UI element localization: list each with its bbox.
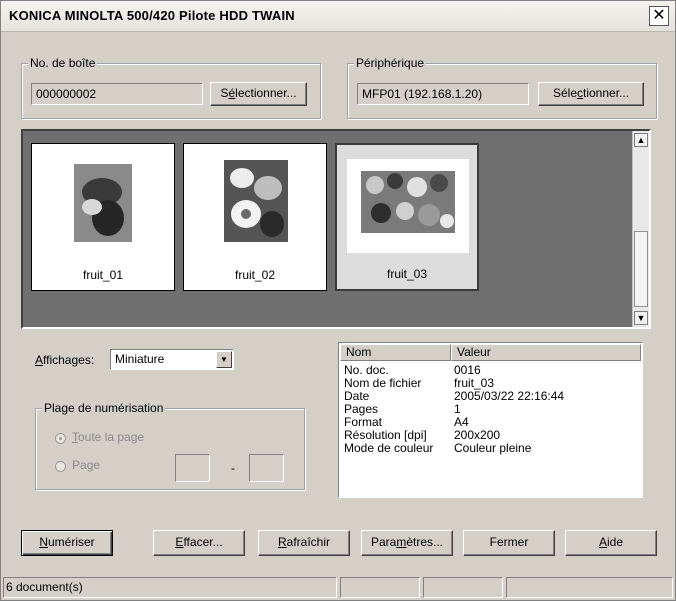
property-row[interactable]: Pages 1 — [339, 403, 639, 416]
scan-range-legend: Plage de numérisation — [42, 401, 166, 415]
whole-page-label: Toute la page — [72, 430, 144, 444]
status-document-count: 6 document(s) — [3, 577, 337, 598]
fruit-01-image — [62, 152, 146, 250]
box-select-button[interactable]: Sélectionner... — [210, 82, 307, 106]
settings-label-a: Para — [370, 535, 397, 549]
thumbnail-fruit-02[interactable]: fruit_02 — [183, 143, 327, 291]
status-bar: 6 document(s) — [1, 575, 675, 600]
column-header-value[interactable]: Valeur — [451, 344, 641, 361]
scroll-up-icon[interactable]: ▲ — [634, 133, 648, 147]
erase-button[interactable]: Effacer... — [153, 530, 245, 556]
settings-button[interactable]: Paramètres... — [361, 530, 453, 556]
scan-label: umériser — [47, 535, 95, 549]
thumbnail-fruit-03[interactable]: fruit_03 — [335, 143, 479, 291]
property-value: Couleur pleine — [454, 441, 532, 455]
view-select-value: Miniature — [115, 352, 165, 366]
view-label: Affichages: — [35, 353, 94, 367]
box-number-legend: No. de boîte — [28, 56, 98, 70]
erase-label: ffacer... — [183, 535, 223, 549]
scan-range-group: Plage de numérisation Toute la page Page… — [35, 401, 305, 490]
scroll-down-icon[interactable]: ▼ — [634, 311, 648, 325]
page-to-field — [249, 454, 284, 482]
device-group: Périphérique MFP01 (192.168.1.20) Sélect… — [347, 56, 657, 119]
scroll-thumb[interactable] — [634, 231, 648, 307]
thumbnail-caption: fruit_03 — [386, 267, 428, 281]
status-panel-4 — [506, 577, 673, 598]
page-preview — [62, 152, 146, 250]
page-range-dash: - — [231, 461, 235, 475]
page-preview — [347, 159, 469, 253]
property-value: 2005/03/22 22:16:44 — [454, 389, 565, 403]
whole-page-radio[interactable] — [55, 433, 66, 444]
thumbnail-scrollbar[interactable]: ▲ ▼ — [632, 131, 649, 327]
page-label: Page — [72, 458, 100, 472]
refresh-accesskey: R — [277, 535, 287, 549]
help-button[interactable]: Aide — [565, 530, 657, 556]
close-button[interactable]: Fermer — [463, 530, 555, 556]
status-panel-3 — [423, 577, 503, 598]
whole-page-text: oute la page — [78, 430, 145, 444]
settings-label-b: ètres... — [406, 535, 444, 549]
thumbnail-fruit-01[interactable]: fruit_01 — [31, 143, 175, 291]
help-accesskey: A — [598, 535, 607, 549]
box-number-field: 000000002 — [31, 83, 203, 105]
thumbnail-view[interactable]: fruit_01 fruit_02 fruit_03 ▲ ▼ — [21, 129, 651, 329]
document-properties-list[interactable]: Nom Valeur No. doc. 0016 Nom de fichier fru… — [338, 342, 643, 498]
fruit-03-image — [347, 159, 469, 253]
twain-dialog: KONICA MINOLTA 500/420 Pilote HDD TWAIN … — [0, 0, 676, 601]
page-preview — [214, 152, 298, 250]
refresh-button[interactable]: Rafraîchir — [258, 530, 350, 556]
status-panel-2 — [340, 577, 420, 598]
help-label: ide — [607, 535, 624, 549]
view-label-text: ffichages: — [43, 353, 95, 367]
property-row[interactable]: Mode de couleur Couleur pleine — [339, 442, 639, 455]
property-name: Mode de couleur — [344, 441, 434, 455]
fruit-02-image — [214, 152, 298, 250]
view-select[interactable]: Miniature ▼ — [110, 349, 234, 370]
title-bar[interactable]: KONICA MINOLTA 500/420 Pilote HDD TWAIN … — [1, 1, 675, 32]
scan-accesskey: N — [39, 535, 48, 549]
page-from-field — [175, 454, 210, 482]
settings-accesskey: m — [396, 535, 407, 549]
thumbnail-caption: fruit_02 — [234, 268, 276, 282]
device-select-label-b: tionner... — [583, 86, 630, 100]
close-window-icon[interactable]: ✕ — [649, 6, 669, 26]
refresh-label: afraîchir — [286, 535, 331, 549]
box-select-label-b: lectionner... — [235, 86, 297, 100]
page-label-b: e — [93, 458, 101, 472]
page-radio[interactable] — [55, 461, 66, 472]
close-label: Fermer — [489, 535, 529, 549]
box-number-group: No. de boîte 000000002 Sélectionner... — [21, 56, 321, 119]
scan-button[interactable]: Numériser — [21, 530, 113, 556]
property-row[interactable]: Date 2005/03/22 22:16:44 — [339, 390, 639, 403]
thumbnail-caption: fruit_01 — [82, 268, 124, 282]
chevron-down-icon[interactable]: ▼ — [216, 351, 232, 368]
device-select-button[interactable]: Sélectionner... — [538, 82, 644, 106]
view-label-accesskey: A — [35, 353, 44, 367]
column-header-name[interactable]: Nom — [340, 344, 451, 361]
window-title: KONICA MINOLTA 500/420 Pilote HDD TWAIN — [9, 8, 295, 23]
device-select-label-a: Séle — [552, 86, 577, 100]
page-label-a: Pa — [72, 458, 87, 472]
device-legend: Périphérique — [354, 56, 427, 70]
device-field: MFP01 (192.168.1.20) — [357, 83, 529, 105]
